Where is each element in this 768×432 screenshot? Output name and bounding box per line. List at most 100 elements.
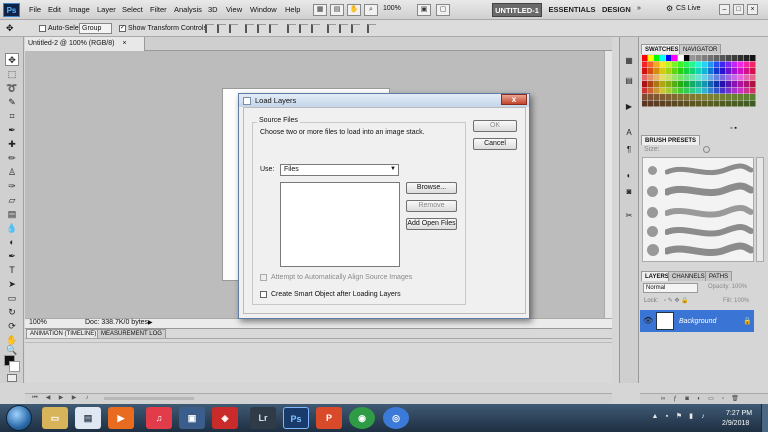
gradient-tool-icon[interactable]: ▤ [5, 208, 19, 221]
mini-bridge-panel-icon[interactable]: ▦ [623, 55, 635, 66]
swatch[interactable] [744, 81, 750, 87]
swatch[interactable] [642, 68, 648, 74]
close-app-button[interactable]: × [747, 4, 758, 15]
swatch[interactable] [660, 55, 666, 61]
swatch[interactable] [654, 74, 660, 81]
swatch[interactable] [732, 55, 738, 61]
eraser-tool-icon[interactable]: ▱ [5, 194, 19, 207]
swatch[interactable] [684, 94, 690, 100]
swatch[interactable] [690, 87, 696, 94]
swatch[interactable] [744, 87, 750, 94]
swatch[interactable] [732, 68, 738, 74]
new-adjustment-layer-icon[interactable]: ◐ [695, 395, 703, 403]
swatch[interactable] [714, 61, 720, 68]
swatch[interactable] [684, 87, 690, 94]
hand-tool-icon[interactable]: ✋ [347, 4, 361, 16]
swatch[interactable] [702, 61, 708, 68]
swatch[interactable] [696, 94, 702, 100]
swatch[interactable] [726, 87, 732, 94]
swatch[interactable] [726, 100, 732, 107]
swatch[interactable] [666, 68, 672, 74]
swatch[interactable] [690, 74, 696, 81]
clock-date[interactable]: 2/9/2018 [722, 420, 749, 427]
auto-align-checkbox[interactable] [260, 274, 267, 281]
swatches-grid[interactable] [642, 55, 756, 107]
paragraph-panel-icon[interactable]: ¶ [623, 144, 635, 155]
show-desktop-button[interactable] [761, 404, 768, 432]
arrange-documents-icon[interactable]: ▣ [417, 4, 431, 16]
swatch[interactable] [708, 94, 714, 100]
swatch[interactable] [684, 74, 690, 81]
swatch[interactable] [708, 81, 714, 87]
move-tool-icon[interactable]: ✥ [5, 53, 19, 66]
timeline-zoom-slider[interactable] [104, 397, 194, 400]
delete-layer-icon[interactable]: 🗑 [731, 395, 739, 403]
align-hcenter-icon[interactable] [257, 24, 266, 33]
chrome-icon[interactable]: ◉ [349, 407, 375, 429]
swatch[interactable] [750, 87, 756, 94]
eyedropper-tool-icon[interactable]: ✒ [5, 124, 19, 137]
first-frame-icon[interactable]: ⏮ [30, 395, 40, 402]
swatch[interactable] [702, 55, 708, 61]
chevron-down-icon[interactable]: ▼ [390, 166, 396, 172]
menu-select[interactable]: Select [122, 5, 143, 14]
swatch[interactable] [660, 100, 666, 107]
swatch[interactable] [744, 68, 750, 74]
layer-visibility-eye-icon[interactable]: 👁 [643, 316, 653, 325]
swatch[interactable] [732, 94, 738, 100]
swatch[interactable] [672, 81, 678, 87]
media-player-icon[interactable]: ▶ [108, 407, 134, 429]
more-workspaces-button[interactable]: » [637, 5, 641, 12]
screen-mode-icon[interactable]: ▢ [436, 4, 450, 16]
swatch[interactable] [642, 61, 648, 68]
swatch[interactable] [654, 68, 660, 74]
swatch[interactable] [648, 87, 654, 94]
swatch[interactable] [750, 68, 756, 74]
swatch[interactable] [702, 81, 708, 87]
tool-presets-panel-icon[interactable]: ✂ [623, 210, 635, 221]
swatch[interactable] [690, 100, 696, 107]
swatch[interactable] [750, 55, 756, 61]
crop-tool-icon[interactable]: ⌗ [5, 110, 19, 123]
swatch[interactable] [642, 74, 648, 81]
swatch[interactable] [678, 61, 684, 68]
swatch[interactable] [654, 87, 660, 94]
lock-options-icons[interactable]: ▫ ✎ ✥ 🔒 [664, 297, 689, 304]
distribute-top-icon[interactable] [287, 24, 296, 33]
swatch[interactable] [714, 81, 720, 87]
tab-swatches[interactable]: SWATCHES [641, 44, 683, 54]
move-tool-preset-icon[interactable]: ✥ [6, 23, 14, 34]
start-button[interactable] [6, 405, 32, 431]
distribute-left-icon[interactable] [327, 24, 336, 33]
document-tab[interactable]: Untitled-2 @ 100% (RGB/8) × [25, 37, 145, 51]
powerpoint-icon[interactable]: P [316, 407, 342, 429]
dialog-close-button[interactable]: x [501, 94, 527, 105]
lasso-tool-icon[interactable]: ➰ [5, 82, 19, 95]
swatch[interactable] [726, 55, 732, 61]
swatch[interactable] [690, 61, 696, 68]
zoom-tool-icon[interactable]: ⌕ [364, 4, 378, 16]
swatch[interactable] [720, 81, 726, 87]
close-document-icon[interactable]: × [122, 40, 126, 47]
swatch[interactable] [708, 74, 714, 81]
swatch[interactable] [660, 74, 666, 81]
network-icon[interactable]: ▮ [687, 413, 695, 421]
swatch[interactable] [702, 74, 708, 81]
swatch[interactable] [690, 68, 696, 74]
swatch[interactable] [714, 100, 720, 107]
reset-size-icon[interactable] [703, 146, 710, 153]
swatch[interactable] [744, 100, 750, 107]
distribute-hcenter-icon[interactable] [339, 24, 348, 33]
swatch-panel-icons[interactable]: ▫ ▪ [730, 125, 737, 132]
swatch[interactable] [714, 55, 720, 61]
audio-icon[interactable]: ♪ [82, 395, 92, 402]
swatch[interactable] [720, 87, 726, 94]
layer-style-icon[interactable]: ƒ [671, 395, 679, 403]
swatch[interactable] [648, 94, 654, 100]
status-zoom-field[interactable]: 100% [29, 319, 47, 326]
swatch[interactable] [738, 55, 744, 61]
swatch[interactable] [708, 61, 714, 68]
maximize-button[interactable]: □ [733, 4, 744, 15]
menu-file[interactable]: File [29, 5, 41, 14]
notepad-icon[interactable]: ▤ [75, 407, 101, 429]
